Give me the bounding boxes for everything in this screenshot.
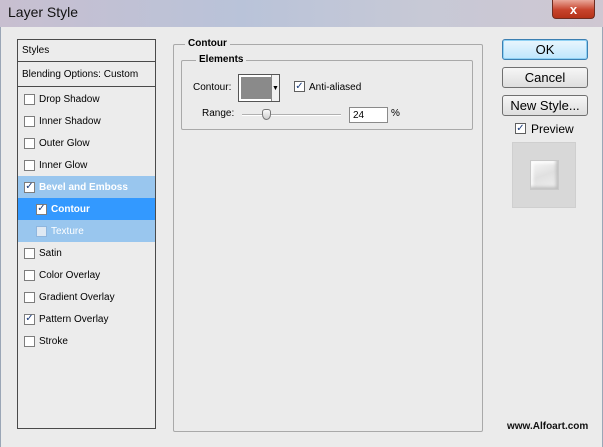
range-slider-track[interactable]: [242, 114, 341, 116]
close-icon: x: [569, 1, 578, 17]
preview-label: Preview: [531, 122, 574, 136]
range-input[interactable]: [349, 107, 388, 123]
style-item-label: Texture: [51, 225, 84, 237]
contour-picker[interactable]: ▼: [238, 74, 280, 102]
style-checkbox[interactable]: [24, 137, 35, 149]
style-item-label: Pattern Overlay: [39, 313, 109, 325]
style-item-bevel-and-emboss[interactable]: ✓ Bevel and Emboss: [18, 176, 155, 198]
contour-label: Contour:: [193, 82, 232, 93]
style-checkbox[interactable]: [24, 159, 35, 171]
cancel-button[interactable]: Cancel: [502, 67, 588, 88]
range-unit: %: [391, 108, 400, 119]
preview-checkbox[interactable]: ✓: [515, 123, 526, 134]
style-item-inner-glow[interactable]: Inner Glow: [18, 154, 155, 176]
elements-group-title: Elements: [196, 54, 247, 65]
style-item-inner-shadow[interactable]: Inner Shadow: [18, 110, 155, 132]
chevron-down-icon[interactable]: ▼: [271, 75, 279, 101]
style-item-color-overlay[interactable]: Color Overlay: [18, 264, 155, 286]
style-checkbox[interactable]: [24, 291, 35, 303]
anti-aliased-label: Anti-aliased: [309, 82, 362, 93]
window-title: Layer Style: [8, 4, 79, 20]
style-checkbox[interactable]: [24, 115, 35, 127]
contour-group-title: Contour: [185, 38, 230, 49]
style-item-label: Gradient Overlay: [39, 291, 115, 303]
style-item-label: Satin: [39, 247, 62, 259]
preview-swatch: [530, 160, 559, 190]
style-item-stroke[interactable]: Stroke: [18, 330, 155, 352]
style-item-label: Inner Shadow: [39, 115, 101, 127]
style-item-outer-glow[interactable]: Outer Glow: [18, 132, 155, 154]
style-item-label: Stroke: [39, 335, 68, 347]
style-checkbox[interactable]: ✓: [36, 203, 47, 215]
dialog-body: Styles Blending Options: Custom Drop Sha…: [0, 27, 603, 447]
style-checkbox[interactable]: [24, 93, 35, 105]
style-item-drop-shadow[interactable]: Drop Shadow: [18, 88, 155, 110]
styles-list: Styles Blending Options: Custom Drop Sha…: [17, 39, 156, 429]
style-item-satin[interactable]: Satin: [18, 242, 155, 264]
style-checkbox[interactable]: [36, 225, 47, 237]
blending-options-item[interactable]: Blending Options: Custom: [18, 63, 155, 87]
range-label: Range:: [202, 108, 235, 119]
style-item-label: Outer Glow: [39, 137, 90, 149]
new-style-button[interactable]: New Style...: [502, 95, 588, 116]
style-item-texture[interactable]: Texture: [18, 220, 155, 242]
style-checkbox[interactable]: [24, 269, 35, 281]
contour-curve-preview: [241, 77, 271, 99]
style-item-label: Contour: [51, 203, 90, 215]
elements-group: [181, 60, 473, 130]
style-checkbox[interactable]: ✓: [24, 313, 35, 325]
style-item-label: Bevel and Emboss: [39, 181, 128, 193]
style-item-contour[interactable]: ✓ Contour: [18, 198, 155, 220]
styles-header[interactable]: Styles: [18, 40, 155, 62]
style-checkbox[interactable]: [24, 247, 35, 259]
ok-button[interactable]: OK: [502, 39, 588, 60]
anti-aliased-checkbox[interactable]: ✓: [294, 81, 305, 92]
watermark: www.Alfoart.com: [507, 421, 589, 432]
style-item-label: Color Overlay: [39, 269, 101, 281]
style-preview: [512, 142, 576, 208]
style-item-label: Drop Shadow: [39, 93, 100, 105]
title-bar: Layer Style x: [0, 0, 603, 27]
range-slider-thumb[interactable]: [262, 109, 271, 120]
style-checkbox[interactable]: ✓: [24, 181, 35, 193]
style-checkbox[interactable]: [24, 335, 35, 347]
style-item-gradient-overlay[interactable]: Gradient Overlay: [18, 286, 155, 308]
close-button[interactable]: x: [552, 0, 595, 19]
style-item-pattern-overlay[interactable]: ✓ Pattern Overlay: [18, 308, 155, 330]
style-item-label: Inner Glow: [39, 159, 88, 171]
